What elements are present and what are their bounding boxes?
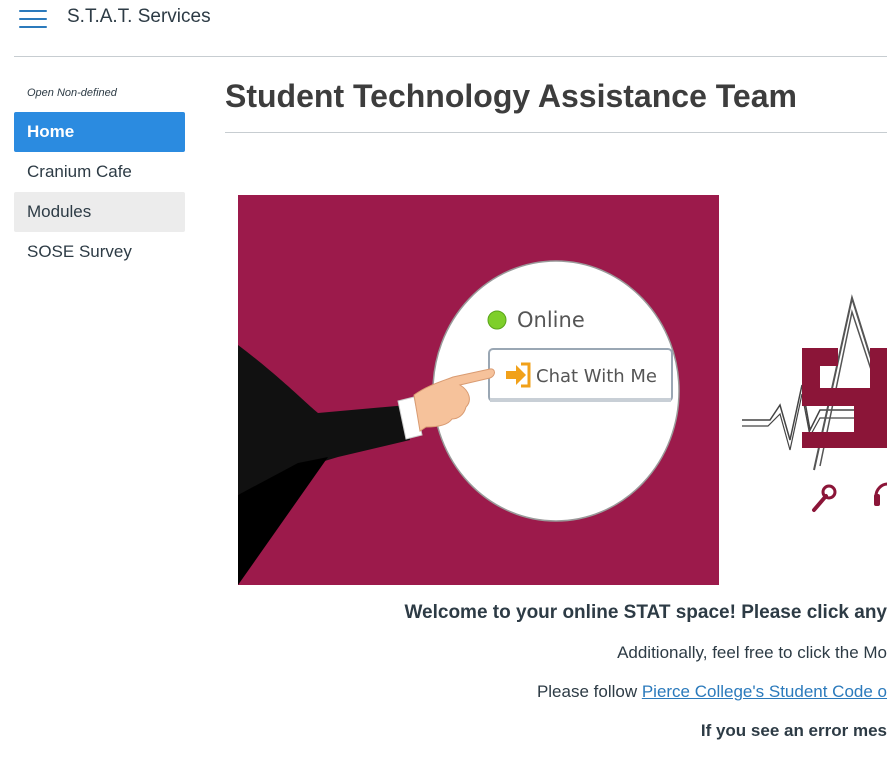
banner-chat-text: Chat With Me xyxy=(536,366,657,387)
chat-banner-image: Online Chat With Me xyxy=(238,195,719,585)
banner-online-text: Online xyxy=(517,308,585,332)
welcome-heading: Welcome to your online STAT space! Pleas… xyxy=(404,602,887,623)
term-label: Open Non-defined xyxy=(27,87,117,99)
wrench-icon xyxy=(812,484,837,512)
welcome-line-2: Additionally, feel free to click the Mo xyxy=(617,643,887,662)
top-bar: S.T.A.T. Services xyxy=(0,0,887,40)
welcome-line-3: Please follow Pierce College's Student C… xyxy=(537,682,887,702)
headset-icon xyxy=(874,482,887,506)
welcome-line-4: If you see an error mes xyxy=(700,721,887,740)
nav-item-home[interactable]: Home xyxy=(14,112,185,152)
nav-item-sose-survey[interactable]: SOSE Survey xyxy=(14,232,185,272)
stat-logo-image xyxy=(742,294,887,512)
page-title: Student Technology Assistance Team xyxy=(225,78,797,114)
nav-item-modules[interactable]: Modules xyxy=(14,192,185,232)
nav-item-cranium-cafe[interactable]: Cranium Cafe xyxy=(14,152,185,192)
welcome-text-region: Welcome to your online STAT space! Pleas… xyxy=(225,590,887,758)
header-divider xyxy=(14,56,887,57)
breadcrumb-course-title[interactable]: S.T.A.T. Services xyxy=(67,6,211,28)
course-nav: Open Non-defined Home Cranium Cafe Modul… xyxy=(14,84,185,272)
hamburger-menu-icon[interactable] xyxy=(19,8,47,28)
title-divider xyxy=(225,132,887,133)
line-3-prefix: Please follow xyxy=(536,682,642,701)
student-code-link[interactable]: Pierce College's Student Code o xyxy=(642,682,887,701)
